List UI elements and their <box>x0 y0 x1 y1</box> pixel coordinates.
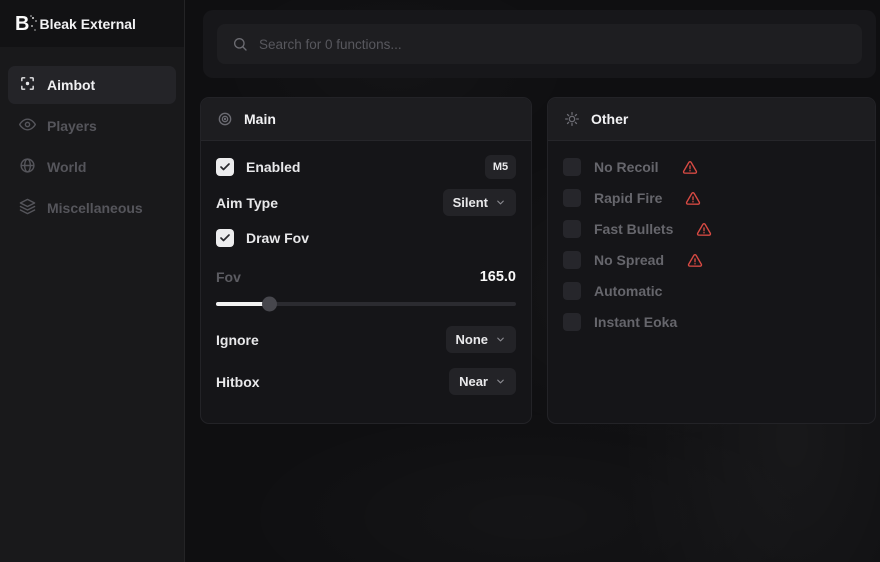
sidebar: B Bleak External Aimbot Players <box>0 0 185 562</box>
no-recoil-checkbox[interactable] <box>563 158 581 176</box>
automatic-label: Automatic <box>594 283 662 299</box>
fov-slider-handle[interactable] <box>262 297 277 312</box>
panel-main-body: Enabled M5 Aim Type Silent Draw Fov Fov … <box>201 141 531 395</box>
fov-slider-fill <box>216 302 270 306</box>
warning-icon <box>685 191 701 206</box>
sidebar-item-world[interactable]: World <box>8 148 176 186</box>
chevron-down-icon <box>495 376 506 387</box>
panel-other: Other No Recoil Rapid Fire <box>547 97 876 424</box>
globe-icon <box>19 157 36 177</box>
ignore-row: Ignore None <box>216 326 516 353</box>
instant-eoka-label: Instant Eoka <box>594 314 677 330</box>
no-recoil-label: No Recoil <box>594 159 659 175</box>
no-spread-label: No Spread <box>594 252 664 268</box>
target-icon <box>217 111 233 127</box>
panel-main: Main Enabled M5 Aim Type Silent Draw Fov <box>200 97 532 424</box>
aim-type-row: Aim Type Silent <box>216 189 516 216</box>
sidebar-item-label: Miscellaneous <box>47 200 143 216</box>
fov-value: 165.0 <box>480 269 516 285</box>
brand-header: B Bleak External <box>0 0 184 48</box>
ignore-value: None <box>456 332 489 347</box>
app-logo-icon: B <box>15 14 28 34</box>
warning-icon <box>687 253 703 268</box>
search-section <box>203 10 876 78</box>
enabled-label: Enabled <box>246 159 300 175</box>
chevron-down-icon <box>495 197 506 208</box>
sidebar-item-players[interactable]: Players <box>8 107 176 145</box>
eye-icon <box>19 116 36 136</box>
sidebar-item-label: Players <box>47 118 97 134</box>
check-icon <box>219 232 231 244</box>
sidebar-item-miscellaneous[interactable]: Miscellaneous <box>8 189 176 227</box>
chevron-down-icon <box>495 334 506 345</box>
sidebar-item-label: Aimbot <box>47 77 95 93</box>
draw-fov-row: Draw Fov <box>216 225 516 251</box>
hitbox-label: Hitbox <box>216 374 260 390</box>
draw-fov-label: Draw Fov <box>246 230 309 246</box>
automatic-row[interactable]: Automatic <box>563 278 860 304</box>
rapid-fire-checkbox[interactable] <box>563 189 581 207</box>
sidebar-nav: Aimbot Players World <box>0 48 184 227</box>
app-title: Bleak External <box>39 16 136 32</box>
fast-bullets-row[interactable]: Fast Bullets <box>563 216 860 242</box>
ignore-dropdown[interactable]: None <box>446 326 517 353</box>
enabled-keybind-button[interactable]: M5 <box>485 155 516 179</box>
rapid-fire-label: Rapid Fire <box>594 190 662 206</box>
instant-eoka-row[interactable]: Instant Eoka <box>563 309 860 335</box>
no-spread-row[interactable]: No Spread <box>563 247 860 273</box>
fast-bullets-label: Fast Bullets <box>594 221 673 237</box>
sidebar-item-aimbot[interactable]: Aimbot <box>8 66 176 104</box>
warning-icon <box>682 160 698 175</box>
hitbox-row: Hitbox Near <box>216 368 516 395</box>
panel-other-header: Other <box>548 98 875 141</box>
search-input[interactable] <box>259 37 847 52</box>
instant-eoka-checkbox[interactable] <box>563 313 581 331</box>
no-recoil-row[interactable]: No Recoil <box>563 154 860 180</box>
layers-icon <box>19 198 36 218</box>
hitbox-value: Near <box>459 374 488 389</box>
search-box[interactable] <box>217 24 862 64</box>
search-icon <box>232 36 248 52</box>
aim-type-label: Aim Type <box>216 195 278 211</box>
fov-slider-track[interactable] <box>216 302 516 306</box>
sidebar-item-label: World <box>47 159 86 175</box>
ignore-label: Ignore <box>216 332 259 348</box>
fov-label: Fov <box>216 269 241 285</box>
aim-type-dropdown[interactable]: Silent <box>443 189 516 216</box>
draw-fov-checkbox[interactable] <box>216 229 234 247</box>
enabled-checkbox[interactable] <box>216 158 234 176</box>
no-spread-checkbox[interactable] <box>563 251 581 269</box>
fov-row: Fov 165.0 <box>216 264 516 290</box>
check-icon <box>219 161 231 173</box>
fov-slider[interactable] <box>216 297 516 311</box>
gear-icon <box>564 111 580 127</box>
panel-title: Main <box>244 111 276 127</box>
enabled-row: Enabled M5 <box>216 154 516 180</box>
warning-icon <box>696 222 712 237</box>
panel-main-header: Main <box>201 98 531 141</box>
panel-other-body: No Recoil Rapid Fire Fast Bullets <box>548 141 875 335</box>
hitbox-dropdown[interactable]: Near <box>449 368 516 395</box>
aim-type-value: Silent <box>453 195 488 210</box>
fast-bullets-checkbox[interactable] <box>563 220 581 238</box>
crosshair-icon <box>19 75 36 95</box>
automatic-checkbox[interactable] <box>563 282 581 300</box>
panel-title: Other <box>591 111 628 127</box>
rapid-fire-row[interactable]: Rapid Fire <box>563 185 860 211</box>
